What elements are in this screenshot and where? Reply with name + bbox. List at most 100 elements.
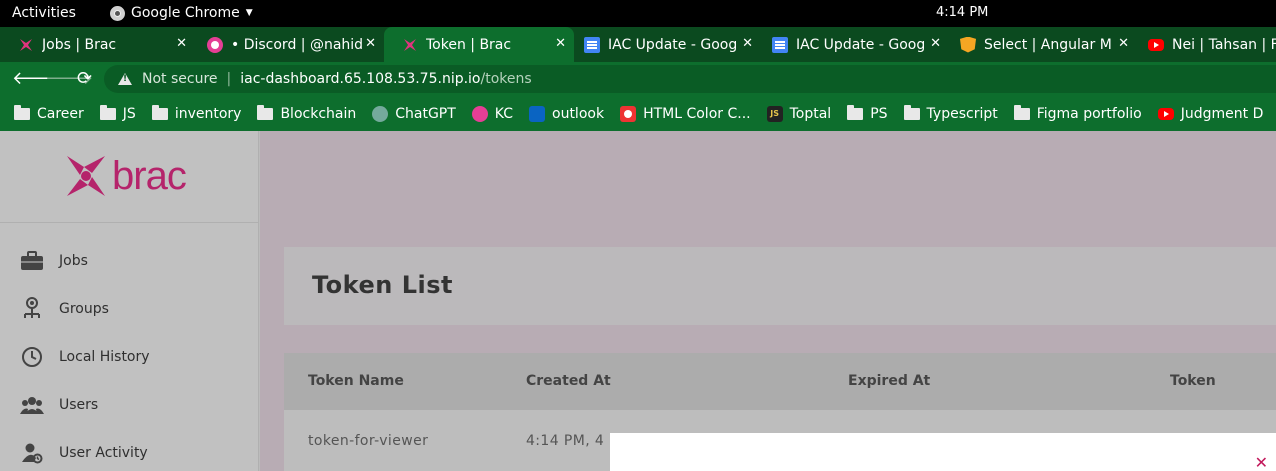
tab-iac-update-1[interactable]: IAC Update - Goog ✕ [566,27,761,62]
bookmark-js[interactable]: JS [99,104,136,122]
bookmark-typescript[interactable]: Typescript [903,104,998,122]
tab-youtube[interactable]: Nei | Tahsan | F [1130,27,1276,62]
history-icon [20,345,44,369]
chrome-icon [110,5,125,21]
briefcase-icon [20,249,44,273]
tab-jobs-brac[interactable]: Jobs | Brac ✕ [0,27,195,62]
sidebar-item-users[interactable]: Users [20,390,98,420]
folder-icon [1013,104,1030,120]
bookmark-career[interactable]: Career [14,104,84,122]
sidebar-item-local-history[interactable]: Local History [20,342,150,372]
url-host: iac-dashboard.65.108.53.75.nip.io [240,71,481,87]
brac-logo-mark-icon [67,156,105,196]
tab-token-brac[interactable]: Token | Brac ✕ [384,27,574,62]
bookmark-label: Toptal [789,105,832,122]
sidebar-item-jobs[interactable]: Jobs [20,246,88,276]
sidebar-item-label: Groups [59,301,109,317]
folder-icon [903,104,920,120]
bookmark-label: Figma portfolio [1036,105,1142,122]
address-bar[interactable]: Not secure | iac-dashboard.65.108.53.75.… [104,65,1276,93]
tab-title: Token | Brac [426,36,512,53]
brac-icon [18,37,34,53]
folder-icon [847,104,864,120]
page-title: Token List [312,271,453,299]
bookmark-judgment[interactable]: Judgment D [1157,106,1263,122]
tab-discord[interactable]: • Discord | @nahid ✕ [189,27,384,62]
cell-token-name: token-for-viewer [308,433,429,449]
close-icon[interactable]: ✕ [1255,453,1268,471]
table-header: Token Name Created At Expired At Token [284,353,1276,410]
main-content: Token List Token Name Created At Expired… [260,131,1276,471]
warning-icon[interactable] [118,73,132,85]
google-docs-icon [584,36,600,53]
tab-title: Jobs | Brac [42,36,117,53]
url-path: /tokens [480,71,532,87]
folder-icon [14,104,30,120]
tab-title: • Discord | @nahid [231,36,364,53]
reload-icon[interactable]: ⟳ [77,68,92,89]
bookmark-outlook[interactable]: outlook [529,105,605,122]
close-icon[interactable]: ✕ [742,36,753,51]
close-icon[interactable]: ✕ [1118,36,1129,51]
sidebar-item-groups[interactable]: Groups [20,294,109,324]
close-icon[interactable]: ✕ [365,36,376,51]
user-activity-icon [20,441,44,465]
divider: | [226,71,232,87]
activities-button[interactable]: Activities [12,5,76,21]
youtube-icon [1148,38,1164,51]
sidebar-item-user-activity[interactable]: User Activity [20,438,148,468]
bookmark-html-color[interactable]: HTML Color C... [620,105,751,122]
bookmark-ps[interactable]: PS [847,104,888,122]
tab-title: IAC Update - Goog [608,36,738,53]
security-label[interactable]: Not secure [142,71,218,87]
close-icon[interactable]: ✕ [176,36,187,51]
sidebar-item-label: User Activity [59,445,148,461]
close-icon[interactable]: ✕ [930,36,941,51]
modal-dialog: ✕ [610,433,1276,471]
column-header-expired-at[interactable]: Expired At [848,373,930,389]
close-icon[interactable]: ✕ [555,36,566,51]
tab-title: IAC Update - Goog [796,36,926,53]
groups-icon [20,297,44,321]
sidebar-item-label: Users [59,397,99,413]
bookmark-kc[interactable]: KC [471,105,513,122]
bookmark-blockchain[interactable]: Blockchain [257,104,356,122]
bookmark-inventory[interactable]: inventory [151,104,242,122]
bookmark-toptal[interactable]: JS Toptal [766,105,832,122]
system-top-bar: Activities Google Chrome ▼ 4:14 PM [0,0,1276,27]
tab-iac-update-2[interactable]: IAC Update - Goog ✕ [754,27,949,62]
tab-title: Select | Angular M [984,36,1112,53]
users-icon [20,393,44,417]
system-clock[interactable]: 4:14 PM [936,5,988,20]
tab-strip: Jobs | Brac ✕ • Discord | @nahid ✕ Token… [0,27,1276,62]
tab-title: Nei | Tahsan | F [1172,36,1276,53]
html-color-icon [620,105,637,122]
bookmark-label: HTML Color C... [643,105,751,122]
folder-icon [99,104,116,120]
column-header-token[interactable]: Token [1170,373,1216,389]
column-header-token-name[interactable]: Token Name [308,373,404,389]
bookmark-label: inventory [174,105,242,122]
sidebar-item-label: Jobs [59,253,88,269]
caret-down-icon: ▼ [245,8,253,18]
column-header-created-at[interactable]: Created At [526,373,611,389]
kc-icon [471,105,488,122]
toptal-icon: JS [766,105,783,122]
sidebar-item-label: Local History [59,349,150,365]
bookmark-label: JS [122,105,136,122]
bookmark-chatgpt[interactable]: ChatGPT [372,105,456,122]
app-menu[interactable]: Google Chrome ▼ [110,5,253,21]
brac-logo-text: brac [112,153,187,198]
youtube-icon [1157,107,1174,120]
bookmark-label: outlook [552,105,605,122]
sidebar-divider [0,222,259,223]
bookmark-figma-portfolio[interactable]: Figma portfolio [1013,104,1142,122]
brac-icon [402,37,418,53]
chatgpt-icon [372,105,389,122]
brac-logo[interactable]: brac [64,153,187,199]
bookmark-label: Typescript [926,105,998,122]
angular-icon [960,36,976,53]
cell-created-at: 4:14 PM, 4 [526,433,605,449]
sidebar: brac Jobs Groups Local History Users Use… [0,131,259,471]
tab-angular-select[interactable]: Select | Angular M ✕ [942,27,1137,62]
